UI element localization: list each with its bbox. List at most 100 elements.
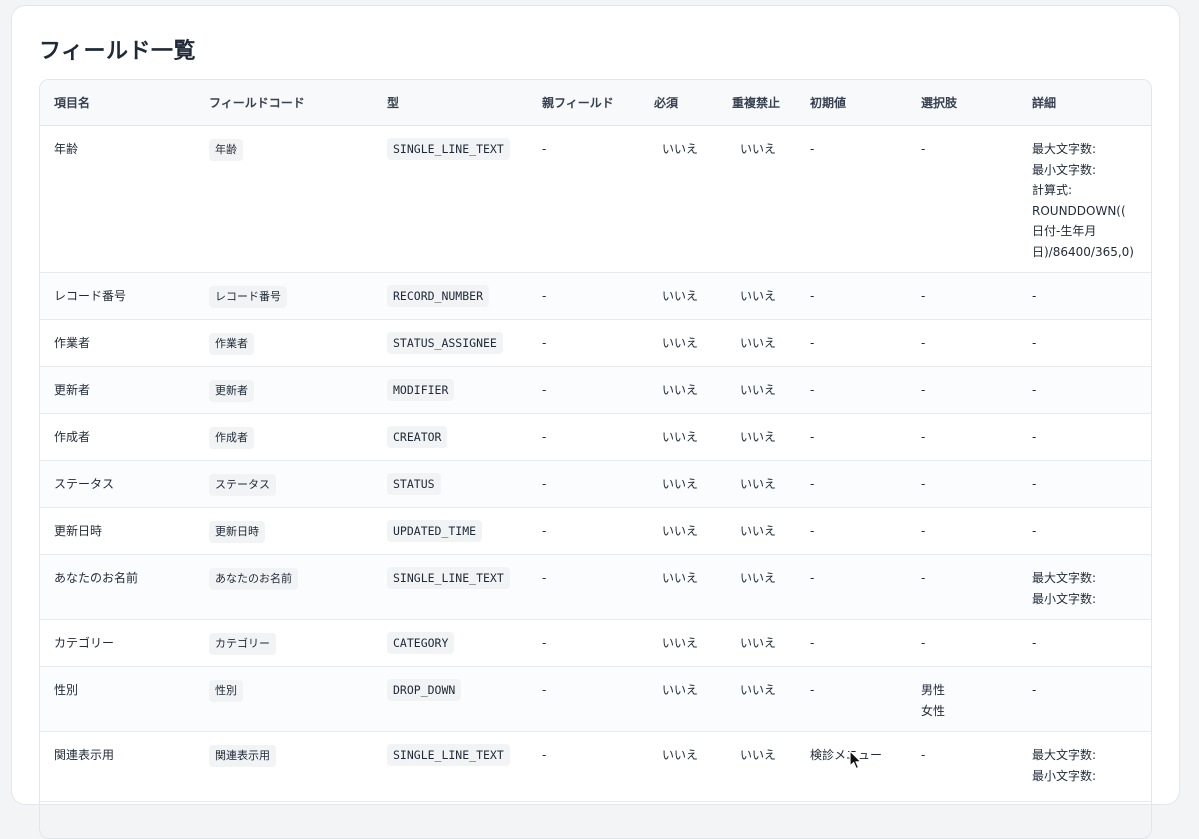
cell-field-code: ステータス: [195, 460, 373, 508]
cell-parent-field: -: [528, 731, 640, 802]
cell-field-code: 更新者: [195, 366, 373, 414]
field-code-tag: 作業者: [209, 333, 254, 355]
header-name[interactable]: 項目名: [40, 80, 195, 126]
field-code-tag: 性別: [209, 680, 243, 702]
field-type-code: SINGLE_LINE_TEXT: [387, 567, 510, 589]
unique-value: いいえ: [740, 683, 777, 697]
table-row[interactable]: レコード番号 レコード番号 RECORD_NUMBER - いいえ いいえ - - -: [40, 272, 1151, 320]
table-row[interactable]: 作業者 作業者 STATUS_ASSIGNEE - いいえ いいえ - - -: [40, 319, 1151, 367]
detail-line: 日付-生年月: [1032, 224, 1097, 238]
field-type-code: CATEGORY: [387, 632, 455, 654]
cell-default: -: [796, 554, 907, 620]
field-name: カテゴリー: [54, 636, 115, 650]
default-value: -: [810, 571, 815, 585]
detail-line: 計算式:: [1032, 183, 1073, 197]
header-field-code[interactable]: フィールドコード: [195, 80, 373, 126]
required-value: いいえ: [662, 383, 699, 397]
table-row[interactable]: カテゴリー カテゴリー CATEGORY - いいえ いいえ - - -: [40, 619, 1151, 667]
cell-details: 最大文字数: 最小文字数:: [1018, 554, 1151, 620]
cell-type: CREATOR: [373, 413, 528, 461]
table-row[interactable]: 年齢 年齢 SINGLE_LINE_TEXT - いいえ いいえ - - 最大文字数: 最小文字数…: [40, 125, 1151, 273]
field-type-code: STATUS_ASSIGNEE: [387, 332, 503, 354]
default-value: -: [810, 477, 815, 491]
option-item: -: [921, 336, 926, 350]
cell-options: 男性 女性: [907, 666, 1018, 732]
cell-details: -: [1018, 413, 1151, 461]
parent-field-value: -: [542, 524, 547, 538]
cell-details: 最大文字数: 最小文字数: 計算式: ROUNDDOWN((日付-生年月 日)/8640…: [1018, 125, 1151, 273]
header-unique[interactable]: 重複禁止: [718, 80, 796, 126]
field-name: ステータス: [54, 477, 115, 491]
header-options[interactable]: 選択肢: [907, 80, 1018, 126]
field-type-code: STATUS: [387, 473, 441, 495]
option-item: -: [921, 748, 926, 762]
cell-parent-field: -: [528, 366, 640, 414]
field-code-tag: 関連表示用: [209, 745, 276, 767]
header-required[interactable]: 必須: [640, 80, 718, 126]
unique-value: いいえ: [740, 477, 777, 491]
header-parent-field[interactable]: 親フィールド: [528, 80, 640, 126]
detail-line: 最大文字数:: [1032, 748, 1097, 762]
required-value: いいえ: [662, 336, 699, 350]
table-row[interactable]: 性別 性別 DROP_DOWN - いいえ いいえ - 男性 女性 -: [40, 666, 1151, 732]
cell-type: SINGLE_LINE_TEXT: [373, 731, 528, 802]
cell-options: -: [907, 507, 1018, 555]
cell-field-code: 作成者: [195, 413, 373, 461]
field-type-code: SINGLE_LINE_TEXT: [387, 138, 510, 160]
field-code-tag: レコード番号: [209, 286, 287, 308]
cell-type: STATUS: [373, 460, 528, 508]
cell-required: いいえ: [640, 272, 718, 320]
unique-value: いいえ: [740, 571, 777, 585]
table-row[interactable]: ステータス ステータス STATUS - いいえ いいえ - - -: [40, 460, 1151, 508]
header-default[interactable]: 初期値: [796, 80, 907, 126]
default-value: 検診メニュー: [810, 748, 883, 762]
cell-default: -: [796, 619, 907, 667]
cell-field-code: レコード番号: [195, 272, 373, 320]
header-type[interactable]: 型: [373, 80, 528, 126]
field-code-tag: ステータス: [209, 474, 276, 496]
option-item: -: [921, 524, 926, 538]
parent-field-value: -: [542, 748, 547, 762]
table-row[interactable]: 作成者 作成者 CREATOR - いいえ いいえ - - -: [40, 413, 1151, 461]
field-name: 性別: [54, 683, 79, 697]
cell-options: -: [907, 366, 1018, 414]
cell-name: カテゴリー: [40, 619, 195, 667]
cell-required: いいえ: [640, 125, 718, 273]
cell-default: -: [796, 666, 907, 732]
default-value: -: [810, 524, 815, 538]
table-row[interactable]: 更新日時 更新日時 UPDATED_TIME - いいえ いいえ - - -: [40, 507, 1151, 555]
option-item: -: [921, 571, 926, 585]
cell-unique: いいえ: [718, 413, 796, 461]
cell-unique: いいえ: [718, 507, 796, 555]
field-name: 更新者: [54, 383, 91, 397]
cell-default: -: [796, 125, 907, 273]
unique-value: いいえ: [740, 636, 777, 650]
option-item: -: [921, 289, 926, 303]
cell-default: -: [796, 460, 907, 508]
header-details[interactable]: 詳細: [1018, 80, 1151, 126]
cell-required: いいえ: [640, 413, 718, 461]
cell-default: -: [796, 507, 907, 555]
field-table-wrapper: 項目名 フィールドコード 型 親フィールド 必須 重複禁止 初期値 選択肢 詳細…: [39, 79, 1152, 839]
parent-field-value: -: [542, 571, 547, 585]
unique-value: いいえ: [740, 383, 777, 397]
cell-details: -: [1018, 619, 1151, 667]
cell-unique: いいえ: [718, 731, 796, 802]
table-row[interactable]: 関連表示用 関連表示用 SINGLE_LINE_TEXT - いいえ いいえ 検診メニュー -…: [40, 731, 1151, 802]
parent-field-value: -: [542, 477, 547, 491]
table-row[interactable]: あなたのお名前 あなたのお名前 SINGLE_LINE_TEXT - いいえ いいえ - - 最…: [40, 554, 1151, 620]
cell-name: ステータス: [40, 460, 195, 508]
table-body: 年齢 年齢 SINGLE_LINE_TEXT - いいえ いいえ - - 最大文字数: 最小文字数…: [40, 125, 1151, 802]
cell-type: STATUS_ASSIGNEE: [373, 319, 528, 367]
cell-required: いいえ: [640, 319, 718, 367]
cell-unique: いいえ: [718, 125, 796, 273]
cell-type: UPDATED_TIME: [373, 507, 528, 555]
detail-line: -: [1032, 683, 1037, 697]
field-name: あなたのお名前: [54, 571, 139, 585]
table-row[interactable]: 更新者 更新者 MODIFIER - いいえ いいえ - - -: [40, 366, 1151, 414]
cell-parent-field: -: [528, 460, 640, 508]
cell-parent-field: -: [528, 125, 640, 273]
field-table: 項目名 フィールドコード 型 親フィールド 必須 重複禁止 初期値 選択肢 詳細…: [40, 80, 1151, 802]
detail-line: -: [1032, 636, 1037, 650]
cell-field-code: カテゴリー: [195, 619, 373, 667]
